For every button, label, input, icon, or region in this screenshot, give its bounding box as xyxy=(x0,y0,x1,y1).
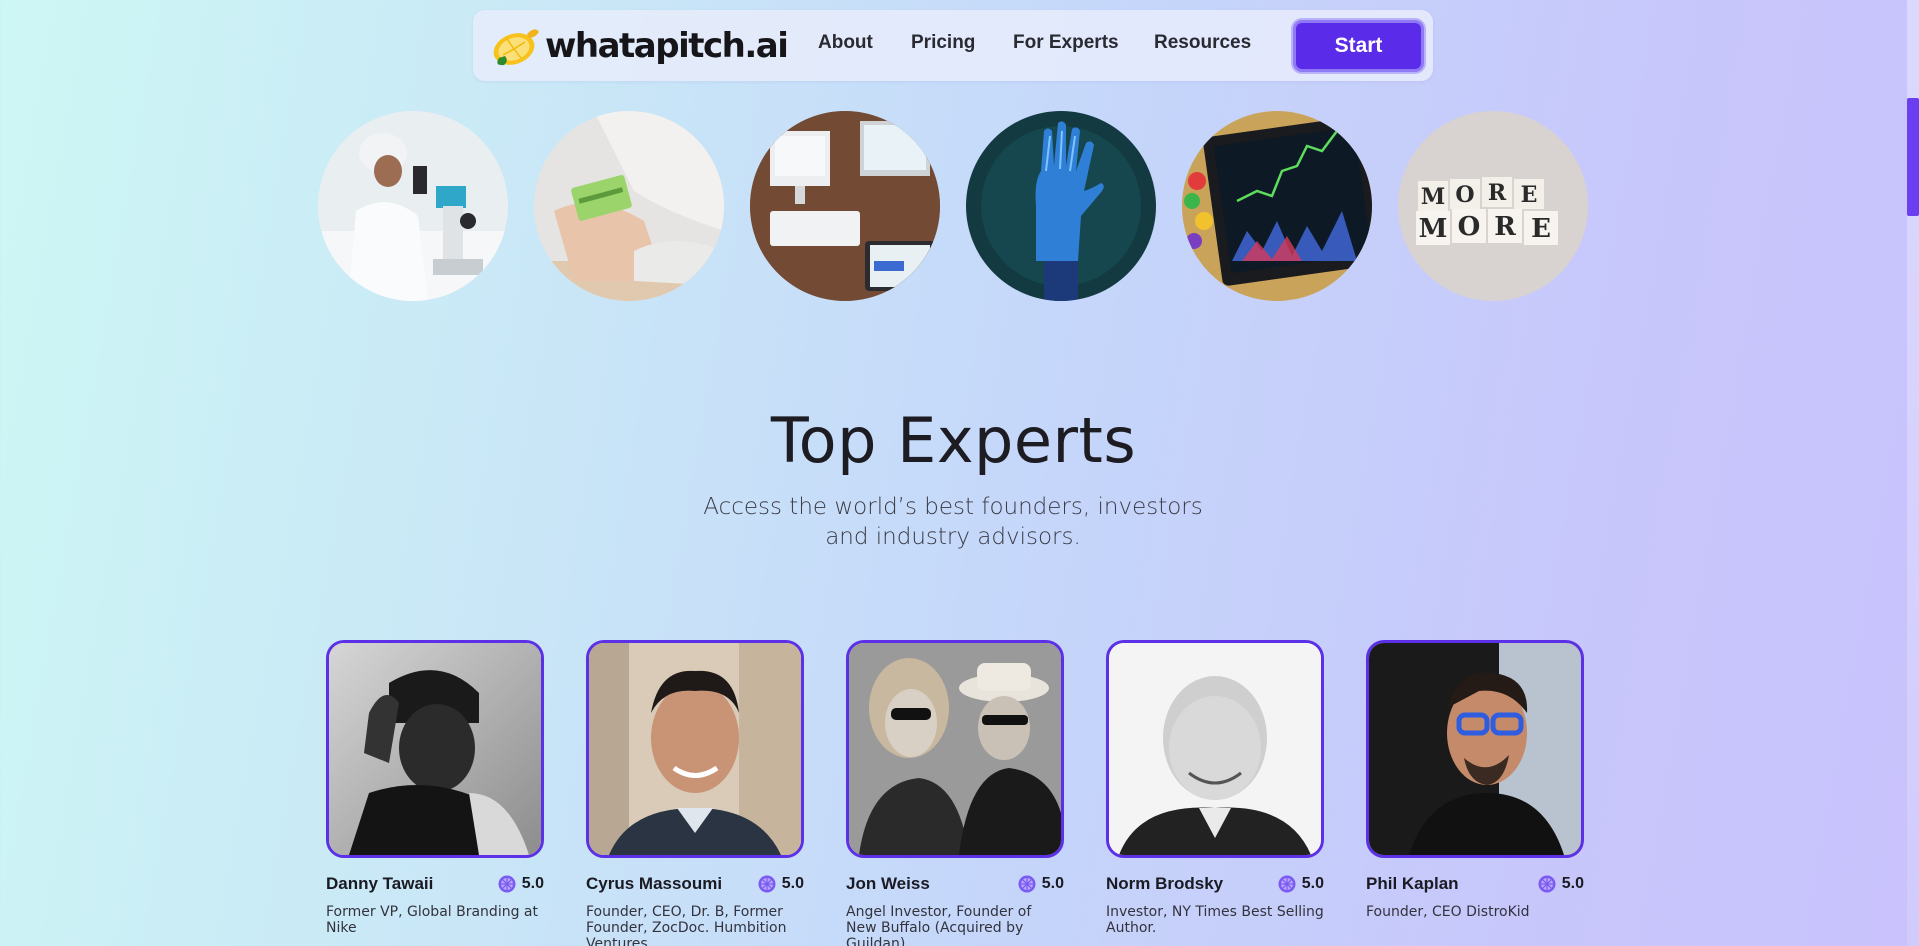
expert-name: Danny Tawaii xyxy=(326,874,434,893)
stock-chart-image xyxy=(1182,111,1372,301)
expert-card[interactable]: Phil Kaplan 5.0 Founder, CEO DistroKid xyxy=(1366,640,1584,920)
category-ai[interactable] xyxy=(966,111,1156,301)
portrait-norm-brodsky xyxy=(1109,643,1321,855)
logo[interactable]: whatapitch.ai xyxy=(491,24,789,68)
expert-description: Founder, CEO, Dr. B, Former Founder, Zoc… xyxy=(586,904,787,946)
expert-name: Norm Brodsky xyxy=(1106,874,1224,893)
rating-value: 5.0 xyxy=(521,875,544,892)
rating-lemon-icon xyxy=(1538,875,1556,893)
expert-rating: 5.0 xyxy=(1537,874,1584,894)
expert-card[interactable]: Cyrus Massoumi 5.0 Founder, CEO, Dr. B, … xyxy=(586,640,804,946)
nav-resources[interactable]: Resources xyxy=(1154,32,1251,54)
scientist-microscope-image xyxy=(318,111,508,301)
rating-value: 5.0 xyxy=(1041,875,1064,892)
rating-value: 5.0 xyxy=(781,875,804,892)
rating-lemon-icon xyxy=(1018,875,1036,893)
expert-name: Phil Kaplan xyxy=(1366,874,1459,893)
top-nav: whatapitch.ai About Pricing For Experts … xyxy=(473,10,1433,81)
category-finance[interactable] xyxy=(1182,111,1372,301)
expert-rating: 5.0 xyxy=(497,874,544,894)
category-more[interactable]: M O R E M O R E xyxy=(1398,111,1588,301)
more-blocks-image: M O R E M O R E xyxy=(1398,111,1588,301)
nav-for-experts[interactable]: For Experts xyxy=(1013,32,1119,54)
expert-description: Angel Investor, Founder of New Buffalo (… xyxy=(846,904,1032,946)
rating-lemon-icon xyxy=(498,875,516,893)
lemon-logo-icon xyxy=(493,29,539,66)
expert-rating: 5.0 xyxy=(1277,874,1324,894)
svg-text:E: E xyxy=(1531,214,1551,244)
svg-text:R: R xyxy=(1488,180,1507,206)
rating-lemon-icon xyxy=(758,875,776,893)
expert-photo xyxy=(586,640,804,858)
rating-lemon-icon xyxy=(1278,875,1296,893)
svg-text:R: R xyxy=(1494,212,1516,242)
rating-value: 5.0 xyxy=(1301,875,1324,892)
section-subtitle: Access the world’s best founders, invest… xyxy=(653,492,1253,552)
nav-about[interactable]: About xyxy=(818,32,873,54)
expert-card[interactable]: Norm Brodsky 5.0 Investor, NY Times Best… xyxy=(1106,640,1324,936)
expert-card[interactable]: Danny Tawaii 5.0 Former VP, Global Brand… xyxy=(326,640,544,936)
svg-text:M: M xyxy=(1419,214,1448,244)
scrollbar-thumb[interactable] xyxy=(1907,98,1919,216)
category-payments[interactable] xyxy=(534,111,724,301)
portrait-jon-weiss xyxy=(849,643,1061,855)
expert-rating: 5.0 xyxy=(757,874,804,894)
category-tech[interactable] xyxy=(750,111,940,301)
category-scientist[interactable] xyxy=(318,111,508,301)
svg-text:O: O xyxy=(1455,182,1474,208)
rating-value: 5.0 xyxy=(1561,875,1584,892)
computer-desk-image xyxy=(750,111,940,301)
expert-description: Former VP, Global Branding at Nike xyxy=(326,904,538,936)
expert-description: Founder, CEO DistroKid xyxy=(1366,904,1530,920)
expert-name: Cyrus Massoumi xyxy=(586,874,723,893)
portrait-cyrus-massoumi xyxy=(589,643,801,855)
expert-rating: 5.0 xyxy=(1017,874,1064,894)
expert-photo xyxy=(1366,640,1584,858)
expert-name: Jon Weiss xyxy=(846,874,930,893)
expert-photo xyxy=(326,640,544,858)
logo-text: whatapitch.ai xyxy=(545,26,789,66)
robot-hand-image xyxy=(966,111,1156,301)
expert-photo xyxy=(1106,640,1324,858)
subtitle-line-2: and industry advisors. xyxy=(825,524,1081,550)
portrait-phil-kaplan xyxy=(1369,643,1581,855)
start-button[interactable]: Start xyxy=(1293,20,1424,72)
section-title: Top Experts xyxy=(770,404,1137,477)
nav-pricing[interactable]: Pricing xyxy=(911,32,975,54)
portrait-danny-tawaii xyxy=(329,643,541,855)
svg-text:E: E xyxy=(1521,182,1538,208)
subtitle-line-1: Access the world’s best founders, invest… xyxy=(703,494,1203,520)
svg-text:O: O xyxy=(1458,212,1481,242)
expert-card[interactable]: Jon Weiss 5.0 Angel Investor, Founder of… xyxy=(846,640,1064,946)
svg-text:M: M xyxy=(1421,184,1445,210)
expert-photo xyxy=(846,640,1064,858)
expert-description: Investor, NY Times Best Selling Author. xyxy=(1106,904,1324,936)
credit-card-image xyxy=(534,111,724,301)
